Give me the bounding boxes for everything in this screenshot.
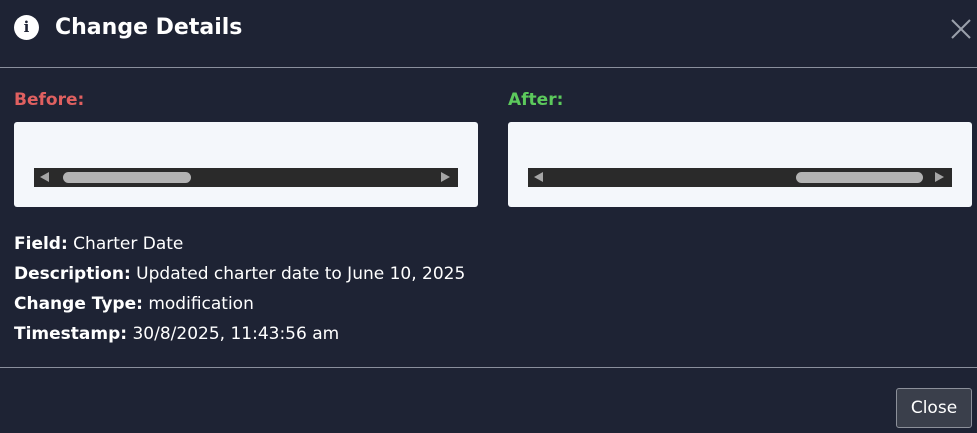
change-details-list: Field: Charter Date Description: Updated… <box>14 229 465 349</box>
timestamp-value: 30/8/2025, 11:43:56 am <box>132 324 340 344</box>
field-value: Charter Date <box>73 234 184 254</box>
info-icon: i <box>14 15 39 40</box>
after-horizontal-scrollbar[interactable] <box>528 168 952 187</box>
scroll-right-arrow-icon[interactable] <box>441 172 450 182</box>
dialog-title: Change Details <box>55 15 243 40</box>
footer-divider <box>0 367 977 368</box>
timestamp-row: Timestamp: 30/8/2025, 11:43:56 am <box>14 319 465 349</box>
header-divider <box>0 67 977 68</box>
scroll-left-arrow-icon[interactable] <box>534 172 543 182</box>
before-panel <box>14 122 478 207</box>
scrollbar-thumb[interactable] <box>63 172 191 183</box>
description-row: Description: Updated charter date to Jun… <box>14 259 465 289</box>
scroll-left-arrow-icon[interactable] <box>40 172 49 182</box>
change-type-value: modification <box>148 294 254 314</box>
scroll-right-arrow-icon[interactable] <box>935 172 944 182</box>
scrollbar-thumb[interactable] <box>796 172 923 183</box>
after-label: After: <box>508 90 564 110</box>
timestamp-key: Timestamp: <box>14 324 128 344</box>
dialog-header: i Change Details <box>0 0 977 67</box>
change-type-row: Change Type: modification <box>14 289 465 319</box>
field-key: Field: <box>14 234 68 254</box>
field-row: Field: Charter Date <box>14 229 465 259</box>
close-icon[interactable] <box>949 17 973 41</box>
before-horizontal-scrollbar[interactable] <box>34 168 458 187</box>
close-button[interactable]: Close <box>896 388 972 428</box>
description-key: Description: <box>14 264 131 284</box>
after-panel <box>508 122 972 207</box>
before-label: Before: <box>14 90 85 110</box>
description-value: Updated charter date to June 10, 2025 <box>136 264 466 284</box>
change-type-key: Change Type: <box>14 294 143 314</box>
